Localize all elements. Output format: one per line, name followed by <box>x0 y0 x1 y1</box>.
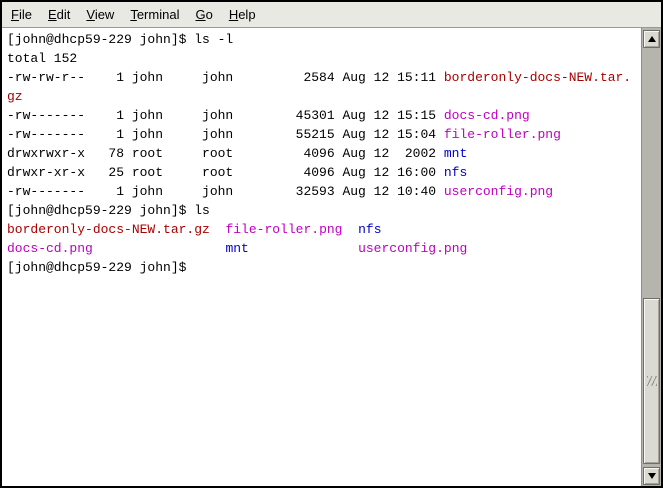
terminal-line: -rw------- 1 john john 32593 Aug 12 10:4… <box>7 182 641 201</box>
terminal-output: [john@dhcp59-229 john]$ ls -l total 152 -r… <box>7 30 641 277</box>
menu-view[interactable]: View <box>78 4 122 26</box>
terminal-text-segment: mnt <box>444 146 467 161</box>
menu-terminal-label-rest: erminal <box>137 7 180 22</box>
scroll-down-button[interactable] <box>643 467 660 485</box>
terminal-line: -rw------- 1 john john 55215 Aug 12 15:0… <box>7 125 641 144</box>
terminal-line: drwxr-xr-x 25 root root 4096 Aug 12 16:0… <box>7 163 641 182</box>
terminal-text-segment: nfs <box>444 165 467 180</box>
scrollbar-grip-icon <box>647 376 657 386</box>
terminal-text-segment: -rw-rw-r-- 1 john john 2584 Aug 12 15:11 <box>7 70 444 85</box>
terminal-text-segment: [john@dhcp59-229 john]$ ls <box>7 203 210 218</box>
terminal-text-segment: [john@dhcp59-229 john]$ ls -l <box>7 32 233 47</box>
terminal-line: total 152 <box>7 49 641 68</box>
terminal-line: gz <box>7 87 641 106</box>
terminal-text-segment: docs-cd.png <box>7 241 93 256</box>
menu-help-mnemonic: H <box>229 7 238 22</box>
terminal-text-segment: borderonly-docs-NEW.tar. <box>444 70 631 85</box>
menu-file-mnemonic: F <box>11 7 19 22</box>
menu-terminal[interactable]: Terminal <box>122 4 187 26</box>
terminal-line: [john@dhcp59-229 john]$ ls -l <box>7 30 641 49</box>
menu-view-label-rest: iew <box>95 7 115 22</box>
menu-edit[interactable]: Edit <box>40 4 78 26</box>
scroll-up-icon <box>648 36 656 42</box>
menu-help[interactable]: Help <box>221 4 264 26</box>
menu-go[interactable]: Go <box>187 4 220 26</box>
menu-edit-label-rest: dit <box>57 7 71 22</box>
terminal-text-segment: userconfig.png <box>444 184 553 199</box>
terminal-line: drwxrwxr-x 78 root root 4096 Aug 12 2002… <box>7 144 641 163</box>
menu-help-label-rest: elp <box>238 7 255 22</box>
terminal-line: [john@dhcp59-229 john]$ <box>7 258 641 277</box>
terminal-text-segment: userconfig.png <box>358 241 467 256</box>
menu-view-mnemonic: V <box>86 7 94 22</box>
terminal-text-segment: drwxrwxr-x 78 root root 4096 Aug 12 2002 <box>7 146 444 161</box>
menu-go-mnemonic: G <box>195 7 205 22</box>
menubar: File Edit View Terminal Go Help <box>2 2 661 28</box>
menu-file-label-rest: ile <box>19 7 32 22</box>
terminal-text-segment: -rw------- 1 john john 55215 Aug 12 15:0… <box>7 127 444 142</box>
terminal-text-segment: -rw------- 1 john john 32593 Aug 12 10:4… <box>7 184 444 199</box>
terminal-text-segment: docs-cd.png <box>444 108 530 123</box>
terminal-text-segment: borderonly-docs-NEW.tar.gz <box>7 222 210 237</box>
terminal-window: File Edit View Terminal Go Help [john@dh… <box>0 0 663 488</box>
menu-file[interactable]: File <box>3 4 40 26</box>
menu-go-label-rest: o <box>206 7 213 22</box>
terminal-text-segment: [john@dhcp59-229 john]$ <box>7 260 194 275</box>
terminal-line: -rw------- 1 john john 45301 Aug 12 15:1… <box>7 106 641 125</box>
terminal-text-segment: file-roller.png <box>225 222 342 237</box>
terminal-screen[interactable]: [john@dhcp59-229 john]$ ls -l total 152 -r… <box>2 28 641 486</box>
terminal-line: borderonly-docs-NEW.tar.gz file-roller.p… <box>7 220 641 239</box>
terminal-line: docs-cd.png mnt userconfig.png <box>7 239 641 258</box>
terminal-text-segment: gz <box>7 89 23 104</box>
scrollbar-thumb[interactable] <box>643 298 660 464</box>
terminal-line: -rw-rw-r-- 1 john john 2584 Aug 12 15:11… <box>7 68 641 87</box>
terminal-content: [john@dhcp59-229 john]$ ls -l total 152 -r… <box>2 28 661 486</box>
scroll-down-icon <box>648 473 656 479</box>
scrollbar[interactable] <box>641 28 661 486</box>
terminal-line: [john@dhcp59-229 john]$ ls <box>7 201 641 220</box>
terminal-text-segment <box>210 222 226 237</box>
terminal-text-segment <box>93 241 226 256</box>
terminal-text-segment <box>342 222 358 237</box>
terminal-text-segment: total 152 <box>7 51 77 66</box>
terminal-text-segment: -rw------- 1 john john 45301 Aug 12 15:1… <box>7 108 444 123</box>
menu-edit-mnemonic: E <box>48 7 57 22</box>
terminal-text-segment: nfs <box>358 222 381 237</box>
terminal-text-segment: drwxr-xr-x 25 root root 4096 Aug 12 16:0… <box>7 165 444 180</box>
terminal-text-segment <box>249 241 358 256</box>
terminal-text-segment: file-roller.png <box>444 127 561 142</box>
scroll-up-button[interactable] <box>643 30 660 48</box>
terminal-text-segment: mnt <box>225 241 248 256</box>
